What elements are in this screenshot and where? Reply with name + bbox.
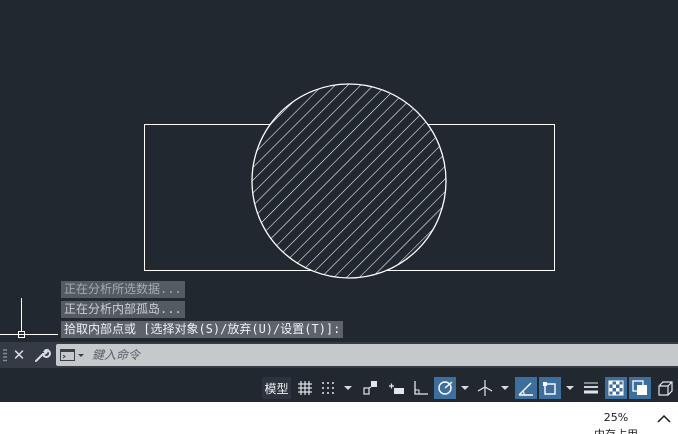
status-bar: 模型: [0, 374, 678, 402]
chevron-down-icon[interactable]: [341, 377, 355, 399]
model-space-button[interactable]: 模型: [262, 377, 291, 399]
grid-icon[interactable]: [295, 377, 315, 399]
object-snap-button[interactable]: [539, 377, 561, 399]
chevron-up-icon[interactable]: [654, 412, 674, 426]
crosshair-cursor-icon: [0, 298, 58, 338]
history-line: 正在分析内部孤岛...: [61, 301, 185, 318]
chevron-down-icon[interactable]: [563, 377, 577, 399]
object-snap-tracking-icon: [518, 382, 533, 396]
ortho-icon[interactable]: [410, 377, 432, 399]
wrench-icon[interactable]: [33, 346, 51, 364]
system-taskbar: 25% 内存占用: [0, 402, 678, 434]
memory-usage-percent[interactable]: 25%: [596, 411, 636, 424]
history-line-current: 拾取内部点或 [选择对象(S)/放弃(U)/设置(T)]:: [61, 321, 344, 338]
command-input-box[interactable]: [56, 344, 678, 366]
command-line-bar: ✕: [0, 342, 678, 368]
isometric-icon[interactable]: [474, 377, 496, 399]
object-snap-icon: [543, 382, 556, 395]
polar-tracking-button[interactable]: [434, 377, 456, 399]
close-icon[interactable]: ✕: [11, 345, 27, 365]
polar-tracking-icon: [438, 381, 453, 395]
history-line: 正在分析所选数据...: [61, 281, 185, 298]
command-input[interactable]: [92, 344, 652, 366]
command-prompt-icon[interactable]: [60, 349, 86, 362]
dynamic-input-icon[interactable]: [385, 377, 407, 399]
3d-object-snap-icon[interactable]: [654, 377, 676, 399]
memory-usage-label[interactable]: 内存占用: [588, 426, 644, 434]
selection-cycling-icon: [632, 380, 647, 395]
hatch-pattern[interactable]: [252, 84, 446, 278]
command-history: 正在分析所选数据... 正在分析内部孤岛... 拾取内部点或 [选择对象(S)/…: [61, 281, 344, 341]
transparency-icon: [608, 380, 624, 396]
object-snap-tracking-button[interactable]: [515, 377, 537, 399]
selection-cycling-button[interactable]: [629, 377, 651, 399]
grip-handle-icon[interactable]: [3, 348, 7, 362]
snap-icon[interactable]: [318, 377, 338, 399]
infer-constraints-icon[interactable]: [360, 377, 382, 399]
chevron-down-icon[interactable]: [498, 377, 512, 399]
lineweight-icon[interactable]: [580, 377, 602, 399]
transparency-button[interactable]: [605, 377, 627, 399]
chevron-down-icon[interactable]: [458, 377, 472, 399]
